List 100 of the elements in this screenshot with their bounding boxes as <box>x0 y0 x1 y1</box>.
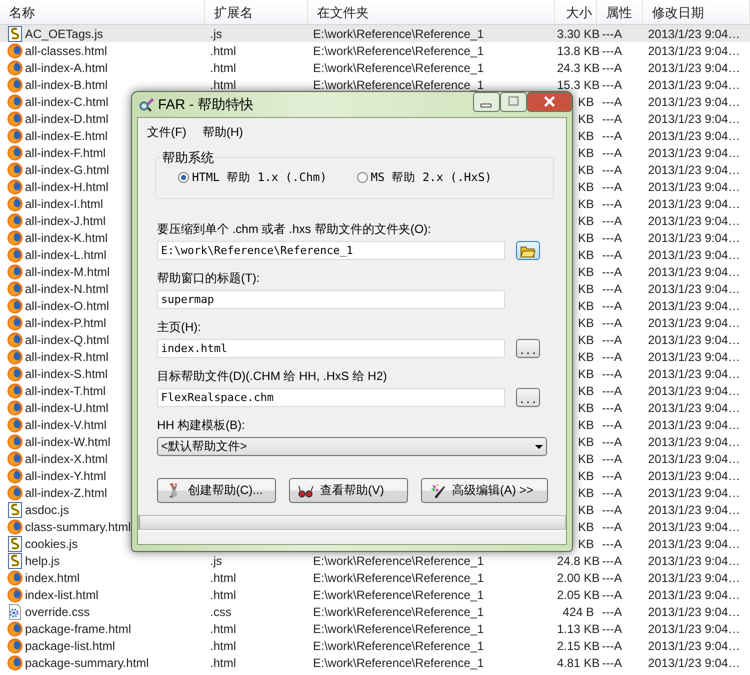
file-attributes: ---A <box>601 112 623 126</box>
modified-date: 2013/1/23 9:04… <box>647 656 742 670</box>
file-extension: .html <box>209 570 238 584</box>
file-name: all-index-R.html <box>25 350 108 364</box>
file-name: all-classes.html <box>25 44 108 58</box>
file-attributes: ---A <box>601 26 623 40</box>
file-name: AC_OETags.js <box>25 26 104 40</box>
modified-date: 2013/1/23 9:04… <box>647 588 742 602</box>
file-size: KB <box>576 162 595 176</box>
file-name: asdoc.js <box>25 502 70 516</box>
modified-date: 2013/1/23 9:04… <box>647 44 742 58</box>
folder-path: E:\work\Reference\Reference_1 <box>312 638 485 652</box>
modified-date: 2013/1/23 9:04… <box>647 366 742 380</box>
folder-path: E:\work\Reference\Reference_1 <box>312 570 485 584</box>
file-name: all-index-N.html <box>25 282 108 296</box>
modified-date: 2013/1/23 9:04… <box>647 282 742 296</box>
modified-date: 2013/1/23 9:04… <box>647 400 742 414</box>
file-size: KB <box>576 248 595 262</box>
folder-path: E:\work\Reference\Reference_1 <box>312 588 485 602</box>
field-label: 主页(H): <box>157 319 202 336</box>
file-name: all-index-U.html <box>25 400 108 414</box>
file-name: package-summary.html <box>25 656 149 670</box>
file-name: class-summary.html <box>25 520 131 534</box>
file-size: 2.05 KB <box>556 588 597 602</box>
file-attributes: ---A <box>601 502 623 516</box>
file-attributes: ---A <box>601 588 623 602</box>
file-attributes: ---A <box>601 486 623 500</box>
file-attributes: ---A <box>601 248 623 262</box>
file-name: all-index-C.html <box>25 94 108 108</box>
file-name: all-index-I.html <box>25 196 104 210</box>
file-extension: .js <box>209 554 223 568</box>
dropdown-value: <默认帮助文件> <box>161 438 248 455</box>
modified-date: 2013/1/23 9:04… <box>647 384 742 398</box>
file-size: 424 B <box>562 604 595 618</box>
modified-date: 2013/1/23 9:04… <box>647 214 742 228</box>
file-name: index.html <box>25 570 80 584</box>
modified-date: 2013/1/23 9:04… <box>647 570 742 584</box>
file-name: all-index-W.html <box>25 434 110 448</box>
file-size: KB <box>576 502 595 516</box>
modified-date: 2013/1/23 9:04… <box>647 112 742 126</box>
file-attributes: ---A <box>601 656 623 670</box>
modified-date: 2013/1/23 9:04… <box>647 520 742 534</box>
file-size: KB <box>576 214 595 228</box>
file-extension: .html <box>209 622 238 636</box>
field-label: HH 构建模板(B): <box>157 417 246 434</box>
file-size: KB <box>576 264 595 278</box>
folder-path: E:\work\Reference\Reference_1 <box>312 604 485 618</box>
modified-date: 2013/1/23 9:04… <box>647 78 742 92</box>
file-name: all-index-H.html <box>25 180 108 194</box>
file-name: all-index-B.html <box>25 78 108 92</box>
folder-path: E:\work\Reference\Reference_1 <box>312 622 485 636</box>
file-name: package-list.html <box>25 638 116 652</box>
file-size: KB <box>576 486 595 500</box>
modified-date: 2013/1/23 9:04… <box>647 350 742 364</box>
file-attributes: ---A <box>601 214 623 228</box>
file-size: KB <box>576 112 595 126</box>
file-name: all-index-Y.html <box>25 468 106 482</box>
file-attributes: ---A <box>601 264 623 278</box>
file-name: all-index-E.html <box>25 128 108 142</box>
file-name: all-index-K.html <box>25 230 108 244</box>
file-size: 2.00 KB <box>556 570 597 584</box>
modified-date: 2013/1/23 9:04… <box>647 180 742 194</box>
field-label: 帮助窗口的标题(T): <box>157 270 261 287</box>
modified-date: 2013/1/23 9:04… <box>647 316 742 330</box>
field-label: 要压缩到单个 .chm 或者 .hxs 帮助文件的文件夹(O): <box>157 221 432 238</box>
file-attributes: ---A <box>601 94 623 108</box>
file-size: KB <box>576 520 595 534</box>
modified-date: 2013/1/23 9:04… <box>647 146 742 160</box>
file-size: KB <box>576 468 595 482</box>
file-extension: .html <box>209 78 238 92</box>
file-extension: .html <box>209 60 238 74</box>
modified-date: 2013/1/23 9:04… <box>647 60 742 74</box>
modified-date: 2013/1/23 9:04… <box>647 502 742 516</box>
file-attributes: ---A <box>601 350 623 364</box>
modified-date: 2013/1/23 9:04… <box>647 264 742 278</box>
file-attributes: ---A <box>601 434 623 448</box>
file-name: all-index-G.html <box>25 162 110 176</box>
file-name: all-index-Z.html <box>25 486 108 500</box>
file-name: cookies.js <box>25 536 78 550</box>
file-size: KB <box>576 196 595 210</box>
file-attributes: ---A <box>601 622 623 636</box>
file-attributes: ---A <box>601 366 623 380</box>
file-name: all-index-L.html <box>25 248 106 262</box>
file-size: KB <box>576 146 595 160</box>
modified-date: 2013/1/23 9:04… <box>647 128 742 142</box>
modified-date: 2013/1/23 9:04… <box>647 332 742 346</box>
file-extension: .css <box>209 604 232 618</box>
file-size: KB <box>576 384 595 398</box>
file-name: all-index-X.html <box>25 452 108 466</box>
file-attributes: ---A <box>601 298 623 312</box>
file-attributes: ---A <box>601 536 623 550</box>
file-name: package-frame.html <box>25 622 132 636</box>
modified-date: 2013/1/23 9:04… <box>647 418 742 432</box>
file-extension: .html <box>209 588 238 602</box>
modified-date: 2013/1/23 9:04… <box>647 26 742 40</box>
file-attributes: ---A <box>601 452 623 466</box>
modified-date: 2013/1/23 9:04… <box>647 248 742 262</box>
modified-date: 2013/1/23 9:04… <box>647 94 742 108</box>
folder-path: E:\work\Reference\Reference_1 <box>312 78 485 92</box>
modified-date: 2013/1/23 9:04… <box>647 468 742 482</box>
